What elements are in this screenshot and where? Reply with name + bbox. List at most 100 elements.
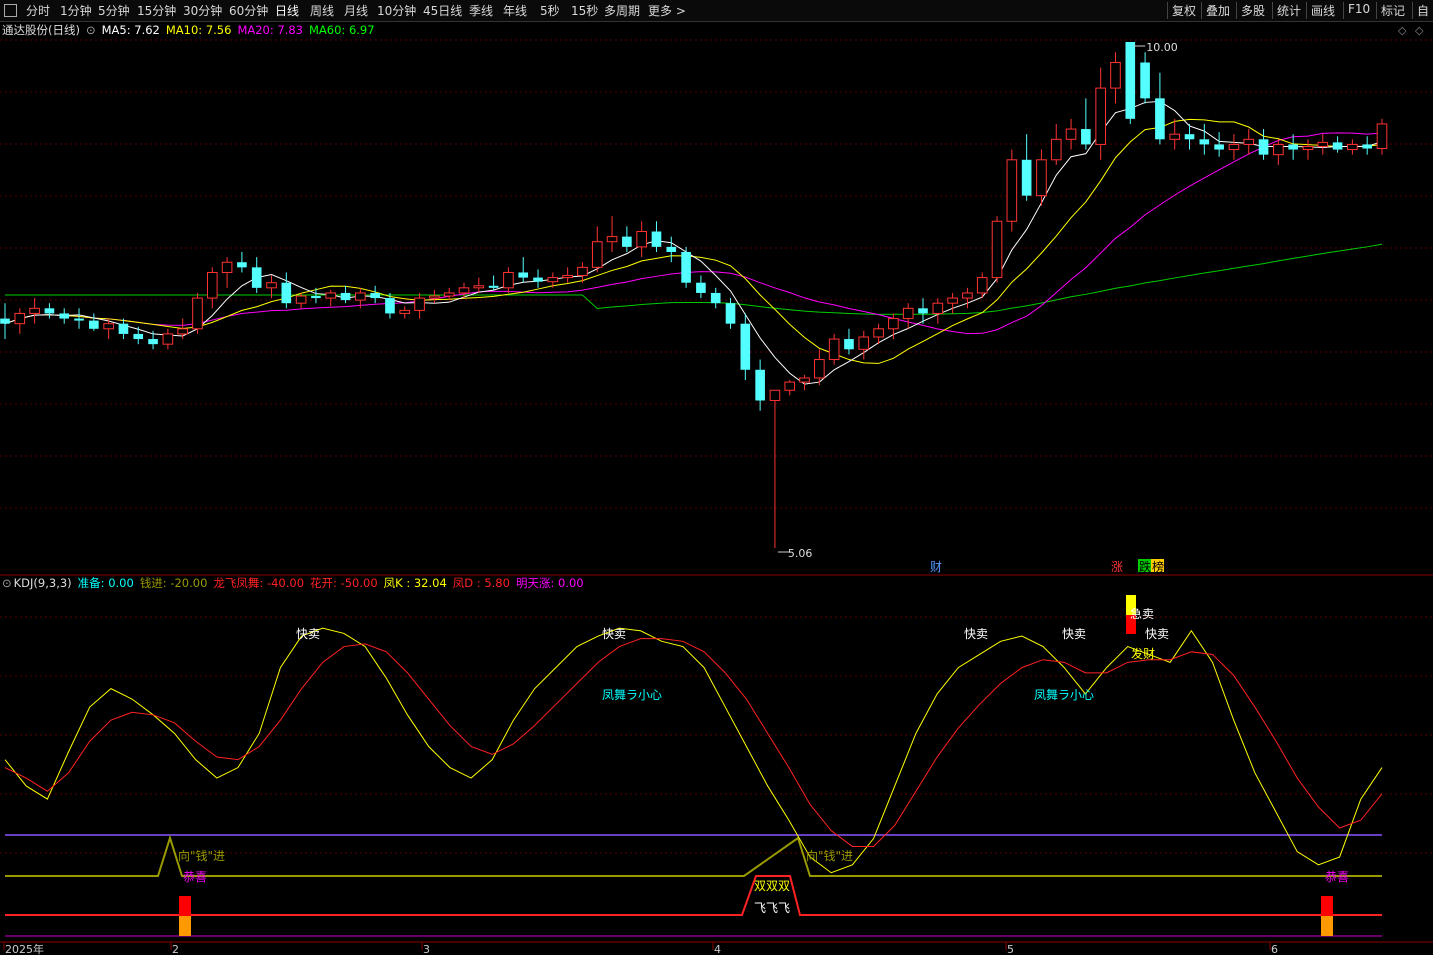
k-line <box>4 627 1383 874</box>
candle-body <box>118 323 129 334</box>
signal-bar-red <box>1321 896 1333 916</box>
candle-body <box>251 267 262 288</box>
candle-body <box>133 333 144 340</box>
candle-body <box>1140 62 1150 99</box>
candle-body <box>177 328 188 335</box>
candle-body <box>458 287 470 294</box>
candle-body <box>29 307 40 314</box>
candle-body <box>89 320 99 329</box>
candle-body <box>828 338 840 361</box>
candle-body <box>814 359 825 379</box>
candle-body <box>355 292 366 301</box>
candle-body <box>488 285 499 288</box>
candle-body <box>237 262 247 268</box>
time-label-2: 3 <box>423 943 430 955</box>
time-label-1: 2 <box>172 943 179 955</box>
candle-body <box>666 246 677 252</box>
candle-body <box>1362 144 1373 149</box>
candle-body <box>325 292 337 299</box>
candle-body <box>932 302 944 314</box>
time-label-4: 5 <box>1007 943 1014 955</box>
event-mark-3: 榜 <box>1152 559 1164 574</box>
event-mark-1: 涨 <box>1111 559 1123 574</box>
candle-body <box>1081 129 1091 145</box>
kdj-annotation-5: 急卖 <box>1130 606 1154 621</box>
candle-body <box>14 312 26 325</box>
kdj-annotation-14: 飞飞飞 <box>754 901 790 915</box>
candle-body <box>1169 133 1181 140</box>
candle-body <box>784 381 796 391</box>
candle-body <box>1006 159 1018 222</box>
candle-body <box>473 285 485 289</box>
candle-body <box>1065 128 1077 140</box>
candle-body <box>74 318 84 321</box>
time-label-3: 4 <box>714 943 721 955</box>
scroll-icon: ◇ <box>1398 24 1407 37</box>
candle-body <box>1214 144 1224 150</box>
candle-body <box>281 282 292 304</box>
kdj-annotation-9: 向"钱"进 <box>178 848 225 863</box>
candle-body <box>710 292 721 304</box>
candle-body <box>1228 143 1240 151</box>
kdj-annotation-1: 快卖 <box>602 627 626 641</box>
candle-body <box>799 377 810 383</box>
candle-body <box>192 297 203 330</box>
candle-body <box>622 236 632 247</box>
candle-body <box>651 231 662 247</box>
candle-body <box>918 308 928 314</box>
candle-body <box>1243 138 1255 145</box>
candle-body <box>858 336 870 350</box>
scroll-icon: ◇ <box>1415 24 1424 37</box>
candle-body <box>399 309 411 314</box>
candle-body <box>148 339 158 345</box>
kdj-annotation-7: 凤舞ラ小心 <box>602 688 662 702</box>
chart-canvas: ◇ ◇ 10.00 5.06 财 涨 跌榜快卖 快卖 快卖 快卖 快卖 急卖发财凤舞ラ小心 凤舞ラ小心向… <box>0 24 1433 955</box>
candle-body <box>696 282 706 293</box>
signal-bar-red <box>179 896 191 916</box>
candle-body <box>340 292 351 301</box>
candle-body <box>844 339 854 350</box>
candle-body <box>1036 159 1047 197</box>
time-label-5: 6 <box>1271 943 1278 955</box>
candle-body <box>873 328 884 338</box>
candle-body <box>1199 139 1210 145</box>
low-label: 5.06 <box>788 547 813 560</box>
d-line <box>4 638 1383 847</box>
candle-body <box>547 277 559 283</box>
candle-body <box>1317 141 1329 147</box>
candle-body <box>295 295 307 304</box>
candle-body <box>385 298 395 314</box>
ma20-line <box>4 132 1383 335</box>
kdj-annotation-6: 发财 <box>1131 646 1155 661</box>
candle-body <box>1332 142 1343 150</box>
candle-body <box>636 230 647 248</box>
candle-body <box>591 241 603 268</box>
candle-body <box>0 318 10 324</box>
candle-body <box>370 292 380 299</box>
candle-body <box>503 271 514 289</box>
kdj-annotation-3: 快卖 <box>1062 627 1086 641</box>
candle-body <box>1021 159 1032 196</box>
kdj-annotation-12: 恭喜 <box>1325 870 1349 884</box>
candle-body <box>414 297 425 311</box>
candle-body <box>947 297 958 304</box>
candle-body <box>962 292 973 299</box>
candle-body <box>1095 87 1106 145</box>
kdj-annotation-0: 快卖 <box>296 627 320 641</box>
candle-body <box>902 307 914 320</box>
kdj-annotation-11: 恭喜 <box>183 870 207 884</box>
kdj-annotation-2: 快卖 <box>964 627 988 641</box>
candle-body <box>311 296 321 299</box>
kdj-annotation-4: 快卖 <box>1145 627 1169 641</box>
candle-body <box>44 308 55 314</box>
candle-body <box>1258 139 1269 155</box>
candle-body <box>266 282 277 289</box>
candle-body <box>1302 145 1314 151</box>
candle-body <box>562 275 573 279</box>
candle-body <box>443 292 455 297</box>
candle-body <box>518 272 529 278</box>
candle-body <box>577 266 588 277</box>
kdj-annotation-13: 双双双 <box>754 879 790 893</box>
longfei-line <box>5 875 1382 916</box>
candle-body <box>1050 138 1062 161</box>
